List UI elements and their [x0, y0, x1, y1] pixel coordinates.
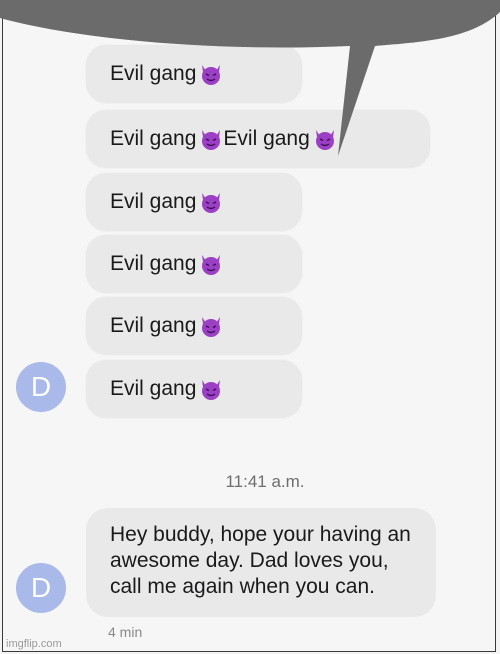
sender-avatar[interactable]: D	[16, 362, 66, 412]
message-bubble[interactable]: Evil gang	[86, 173, 302, 231]
smiling-devil-icon	[313, 128, 337, 150]
message-bubble[interactable]: Evil gang	[86, 235, 302, 293]
message-bubble[interactable]: Evil gang	[86, 360, 302, 418]
smiling-devil-icon	[199, 191, 223, 213]
timestamp: 11:41 a.m.	[225, 472, 305, 491]
message-bubble[interactable]: Evil gang	[86, 297, 302, 355]
message-text: Evil gang	[110, 377, 197, 400]
message-bubble[interactable]: Evil gang Evil gang	[86, 110, 430, 168]
message-text: Evil gang	[110, 314, 197, 337]
message-bubble[interactable]: Evil gang	[86, 45, 302, 103]
message-text: Evil gang	[110, 62, 197, 85]
message-time-ago: 4 min	[108, 624, 143, 640]
message-text: Evil gang	[110, 127, 197, 150]
smiling-devil-icon	[199, 63, 223, 85]
smiling-devil-icon	[199, 128, 223, 150]
smiling-devil-icon	[199, 253, 223, 275]
message-text: Evil gang	[110, 252, 197, 275]
smiling-devil-icon	[199, 378, 223, 400]
smiling-devil-icon	[199, 315, 223, 337]
message-text: Evil gang	[223, 127, 310, 150]
message-text: Hey buddy, hope your having an awesome d…	[110, 523, 411, 598]
watermark-text: imgflip.com	[6, 638, 62, 650]
message-bubble[interactable]: Hey buddy, hope your having an awesome d…	[86, 508, 436, 617]
sender-avatar[interactable]: D	[16, 563, 66, 613]
message-text: Evil gang	[110, 190, 197, 213]
